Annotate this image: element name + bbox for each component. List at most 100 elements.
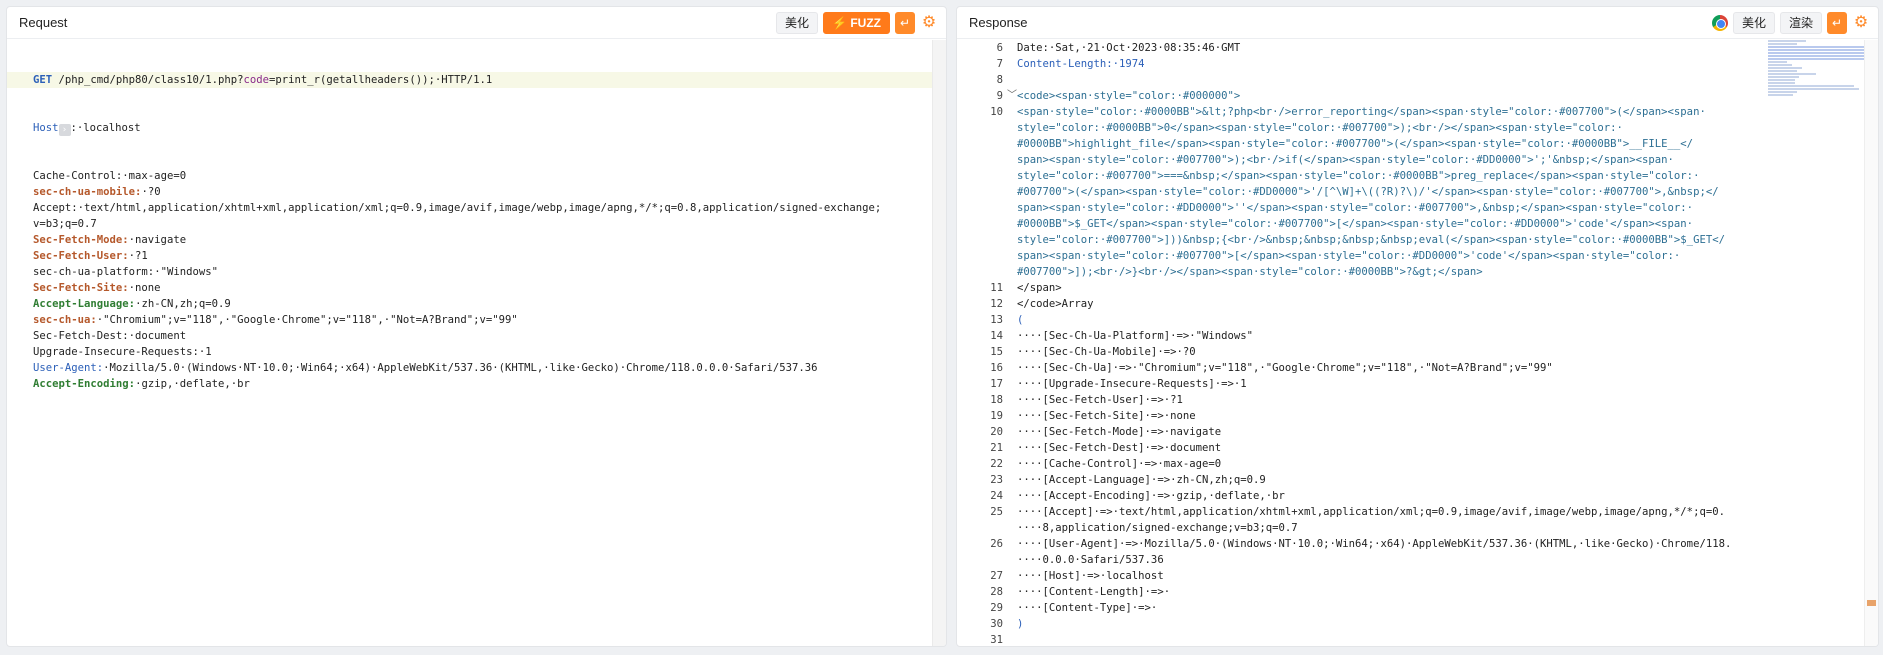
line-number-text: 21: [990, 442, 1003, 454]
line-number-text: 27: [990, 570, 1003, 582]
line-number: [957, 248, 1017, 264]
line-number-text: 30: [990, 618, 1003, 630]
response-line: 11 </span>: [957, 280, 1768, 296]
request-param-name: code: [243, 74, 269, 86]
line-number-text: 15: [990, 346, 1003, 358]
response-line: 26 ····[User-Agent]·=>·Mozilla/5.0·(Windo…: [957, 536, 1768, 552]
line-number: 31: [957, 632, 1017, 646]
response-line: 15 ····[Sec-Ch-Ua-Mobile]·=>·?0: [957, 344, 1768, 360]
header-value: ·gzip,·deflate,·br: [135, 378, 250, 390]
line-content: ····[Accept-Encoding]·=>·gzip,·deflate,·…: [1017, 490, 1285, 502]
line-content: <span·style="color:·#0000BB">&lt;?php<br…: [1017, 106, 1706, 118]
line-number: [957, 264, 1017, 280]
line-number: 19: [957, 408, 1017, 424]
response-line: #007700">(</span><span·style="color:·#DD…: [957, 184, 1768, 200]
line-number: [957, 152, 1017, 168]
header-name: Cache-Control:: [33, 170, 123, 182]
line-content: ····[Accept]·=>·text/html,application/xh…: [1017, 506, 1725, 518]
response-editor[interactable]: 6 Date:·Sat,·21·Oct·2023·08:35:46·GMT 7 Con…: [957, 40, 1768, 646]
line-number: 26: [957, 536, 1017, 552]
line-number-text: 26: [990, 538, 1003, 550]
chrome-browser-icon[interactable]: [1711, 14, 1728, 31]
request-editor[interactable]: GET /php_cmd/php80/class10/1.php?code=pr…: [7, 40, 932, 646]
request-line: GET /php_cmd/php80/class10/1.php?code=pr…: [7, 72, 932, 88]
header-value: ·zh-CN,zh;q=0.9: [135, 298, 231, 310]
response-line: #007700">]);<br·/>}<br·/></span><span·st…: [957, 264, 1768, 280]
render-button[interactable]: 渲染: [1779, 11, 1822, 34]
response-pane: Response 美化 渲染 ↵ ⚙ 6 Date:·Sat,·21·Oct·20…: [956, 6, 1879, 647]
line-number: 21: [957, 440, 1017, 456]
line-content: #007700">]);<br·/>}<br·/></span><span·st…: [1017, 266, 1483, 278]
request-header-line: sec-ch-ua-mobile:·?0: [7, 184, 932, 200]
line-number-text: 13: [990, 314, 1003, 326]
response-line: 14 ····[Sec-Ch-Ua-Platform]·=>·"Windows": [957, 328, 1768, 344]
line-number-text: 17: [990, 378, 1003, 390]
response-beautify-button[interactable]: 美化: [1732, 11, 1775, 34]
request-settings-gear-icon[interactable]: ⚙: [920, 14, 938, 32]
response-line: 10 <span·style="color:·#0000BB">&lt;?php<…: [957, 104, 1768, 120]
request-path: /php_cmd/php80/class10/1.php?: [52, 74, 244, 86]
response-line: 29 ····[Content-Type]·=>·: [957, 600, 1768, 616]
header-value: ·none: [128, 282, 161, 294]
header-name: sec-ch-ua:: [33, 314, 97, 326]
scroll-position-marker[interactable]: [1867, 600, 1876, 606]
line-number: [957, 200, 1017, 216]
line-number: 24: [957, 488, 1017, 504]
response-line: 22 ····[Cache-Control]·=>·max-age=0: [957, 456, 1768, 472]
line-number: 11: [957, 280, 1017, 296]
response-line: 27 ····[Host]·=>·localhost: [957, 568, 1768, 584]
host-header-value: :·localhost: [70, 122, 141, 134]
line-number-text: 25: [990, 506, 1003, 518]
line-number-text: 19: [990, 410, 1003, 422]
fuzz-button[interactable]: ⚡ FUZZ: [823, 11, 890, 34]
response-minimap[interactable]: [1768, 40, 1864, 130]
line-content: ····[Sec-Fetch-Site]·=>·none: [1017, 410, 1196, 422]
line-number: [957, 184, 1017, 200]
request-beautify-button[interactable]: 美化: [776, 11, 819, 34]
response-line: span><span·style="color:·#DD0000">''</sp…: [957, 200, 1768, 216]
response-line: 6 Date:·Sat,·21·Oct·2023·08:35:46·GMT: [957, 40, 1768, 56]
response-line: 21 ····[Sec-Fetch-Dest]·=>·document: [957, 440, 1768, 456]
fold-chevron-icon[interactable]: ﹀: [1007, 88, 1017, 104]
line-number: 25: [957, 504, 1017, 520]
line-content: (: [1017, 314, 1024, 326]
request-header-line: Accept-Encoding:·gzip,·deflate,·br: [7, 376, 932, 392]
line-number: 23: [957, 472, 1017, 488]
line-number: 14: [957, 328, 1017, 344]
line-number: 28: [957, 584, 1017, 600]
host-info-icon[interactable]: ›: [58, 124, 71, 136]
request-host-line: Host ›:·localhost: [7, 120, 932, 136]
line-content: ····[Content-Length]·=>·: [1017, 586, 1171, 598]
request-header-line: v=b3;q=0.7: [7, 216, 932, 232]
line-number: 9 ﹀: [957, 88, 1017, 104]
header-value: ·?0: [141, 186, 161, 198]
request-newline-toggle[interactable]: ↵: [895, 11, 915, 34]
request-scrollbar[interactable]: [932, 40, 946, 646]
response-line: style="color:·#007700">===&nbsp;</span><…: [957, 168, 1768, 184]
request-header-line: sec-ch-ua:·"Chromium";v="118",·"Google·C…: [7, 312, 932, 328]
response-line: #0000BB">highlight_file</span><span·styl…: [957, 136, 1768, 152]
line-content: ····[User-Agent]·=>·Mozilla/5.0·(Windows…: [1017, 538, 1732, 550]
line-number: 13: [957, 312, 1017, 328]
response-scrollbar[interactable]: [1864, 40, 1878, 646]
line-number-text: 12: [990, 298, 1003, 310]
response-header: Response 美化 渲染 ↵ ⚙: [957, 7, 1878, 39]
header-name: Upgrade-Insecure-Requests:: [33, 346, 199, 358]
response-newline-toggle[interactable]: ↵: [1827, 11, 1847, 34]
header-name: Accept-Language:: [33, 298, 136, 310]
line-number-text: 14: [990, 330, 1003, 342]
response-line: 13 (: [957, 312, 1768, 328]
request-header-line: Sec-Fetch-Mode:·navigate: [7, 232, 932, 248]
line-number: 20: [957, 424, 1017, 440]
request-pane: Request 美化 ⚡ FUZZ ↵ ⚙ GET /php_cmd/php80…: [6, 6, 947, 647]
header-name: sec-ch-ua-platform:: [33, 266, 155, 278]
response-line: 30): [957, 616, 1768, 632]
response-line: 7 Content-Length:·1974: [957, 56, 1768, 72]
response-line: style="color:·#0000BB">0</span><span·sty…: [957, 120, 1768, 136]
line-content: ····8,application/signed-exchange;v=b3;q…: [1017, 522, 1298, 534]
header-name: Sec-Fetch-User:: [33, 250, 129, 262]
response-settings-gear-icon[interactable]: ⚙: [1852, 14, 1870, 32]
line-number: [957, 552, 1017, 568]
line-content: [1017, 72, 1768, 88]
line-content: span><span·style="color:·#DD0000">''</sp…: [1017, 202, 1694, 214]
